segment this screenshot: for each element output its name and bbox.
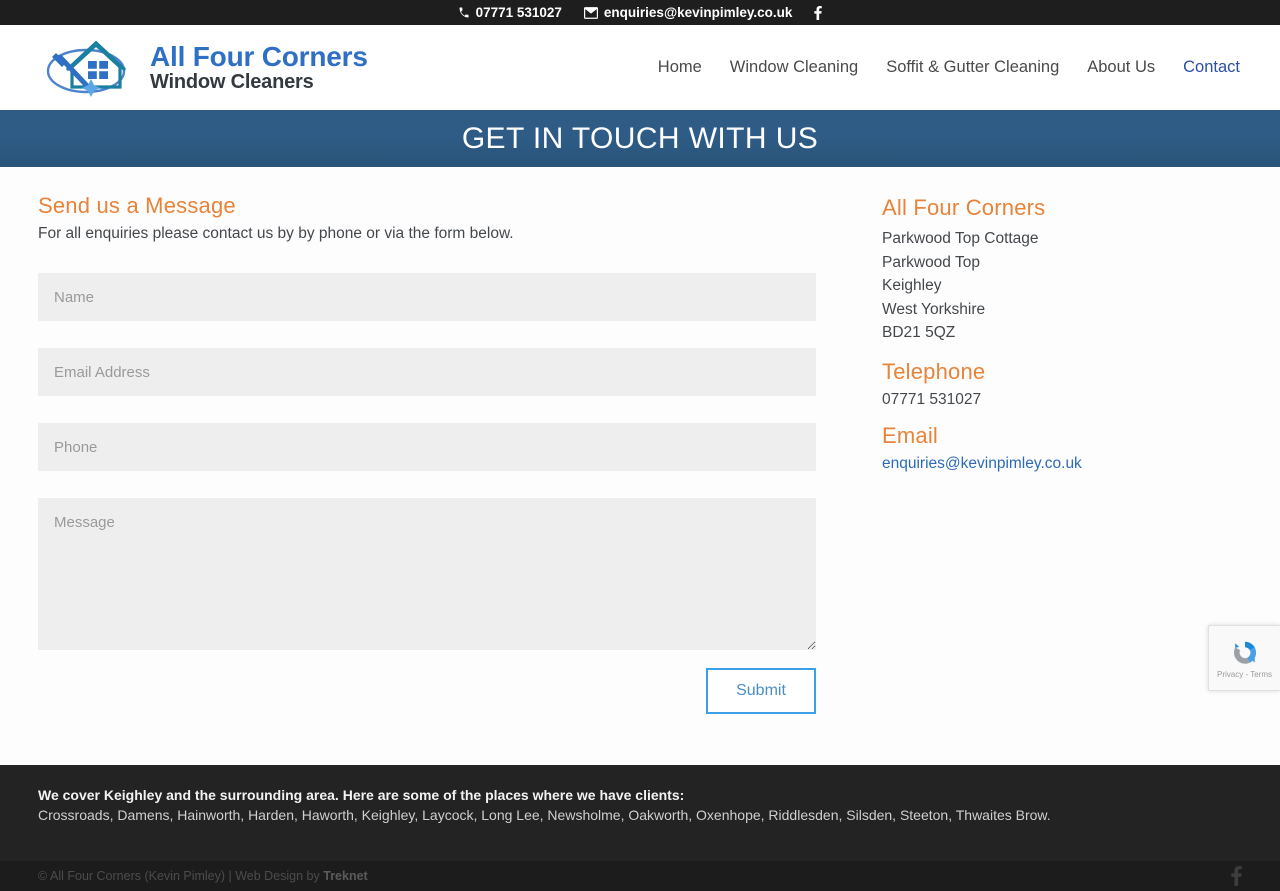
house-squeegee-logo-icon	[44, 37, 140, 99]
telephone-value: 07771 531027	[882, 390, 982, 408]
site-footer: We cover Keighley and the surrounding ar…	[0, 765, 1280, 861]
topbar-email[interactable]: enquiries@kevinpimley.co.uk	[583, 5, 792, 20]
recaptcha-badge[interactable]: Privacy - Terms	[1208, 625, 1280, 691]
sub-footer: © All Four Corners (Kevin Pimley) | Web …	[0, 861, 1280, 891]
page-title: GET IN TOUCH WITH US	[461, 121, 819, 155]
address-line: Parkwood Top	[882, 253, 980, 271]
address-line: Parkwood Top Cottage	[882, 230, 1039, 247]
logo-title: All Four Corners	[150, 41, 368, 73]
name-input[interactable]	[38, 273, 816, 321]
facebook-icon[interactable]	[814, 5, 823, 20]
telephone-heading: Telephone	[882, 358, 986, 384]
nav-item-soffit-gutter-cleaning[interactable]: Soffit & Gutter Cleaning	[886, 58, 1059, 77]
facebook-icon[interactable]	[1231, 866, 1242, 886]
copyright-text: © All Four Corners (Kevin Pimley) | Web …	[38, 869, 368, 883]
nav-item-home[interactable]: Home	[658, 58, 702, 77]
address-postcode: BD21 5QZ	[882, 324, 956, 341]
topbar-facebook[interactable]	[814, 5, 823, 20]
coverage-heading: We cover Keighley and the surrounding ar…	[38, 787, 685, 803]
email-input[interactable]	[38, 348, 816, 396]
address-line: Keighley	[882, 277, 942, 294]
site-logo[interactable]: All Four Corners Window Cleaners	[44, 37, 368, 99]
submit-row: Submit	[38, 668, 816, 714]
logo-subtitle: Window Cleaners	[150, 70, 314, 93]
contact-details-column: All Four Corners Parkwood Top Cottage Pa…	[818, 193, 1240, 765]
top-contact-bar: 07771 531027 enquiries@kevinpimley.co.uk	[0, 0, 1280, 25]
nav-item-about-us[interactable]: About Us	[1087, 58, 1155, 77]
submit-button[interactable]: Submit	[706, 668, 816, 714]
primary-navigation: Home Window Cleaning Soffit & Gutter Cle…	[658, 58, 1240, 77]
nav-item-window-cleaning[interactable]: Window Cleaning	[730, 58, 858, 77]
topbar-phone-text: 07771 531027	[475, 5, 562, 20]
address-line: West Yorkshire	[882, 300, 986, 318]
nav-item-contact[interactable]: Contact	[1183, 58, 1240, 77]
contact-form-column: Send us a Message For all enquiries plea…	[38, 193, 818, 765]
message-textarea[interactable]	[38, 498, 816, 650]
email-heading: Email	[882, 422, 939, 448]
phone-icon	[458, 7, 470, 19]
recaptcha-privacy-terms[interactable]: Privacy - Terms	[1217, 670, 1272, 679]
topbar-email-link[interactable]: enquiries@kevinpimley.co.uk	[604, 5, 792, 20]
topbar-phone: 07771 531027	[458, 5, 562, 20]
web-design-brand: Treknet	[323, 869, 368, 883]
site-header: All Four Corners Window Cleaners Home Wi…	[0, 25, 1280, 110]
coverage-locations: Crossroads, Damens, Hainworth, Harden, H…	[38, 807, 1051, 823]
page-title-banner: GET IN TOUCH WITH US	[0, 110, 1280, 167]
company-heading: All Four Corners	[882, 195, 1046, 220]
form-intro-text: For all enquiries please contact us by b…	[38, 225, 514, 242]
main-content: Send us a Message For all enquiries plea…	[0, 167, 1280, 765]
envelope-icon	[583, 6, 598, 19]
form-heading: Send us a Message	[38, 193, 236, 218]
email-address-link[interactable]: enquiries@kevinpimley.co.uk	[882, 455, 1082, 472]
recaptcha-icon	[1230, 638, 1260, 668]
footer-facebook-link[interactable]	[1231, 866, 1242, 886]
copyright-prefix: © All Four Corners (Kevin Pimley) | Web …	[38, 869, 324, 883]
phone-input[interactable]	[38, 423, 816, 471]
